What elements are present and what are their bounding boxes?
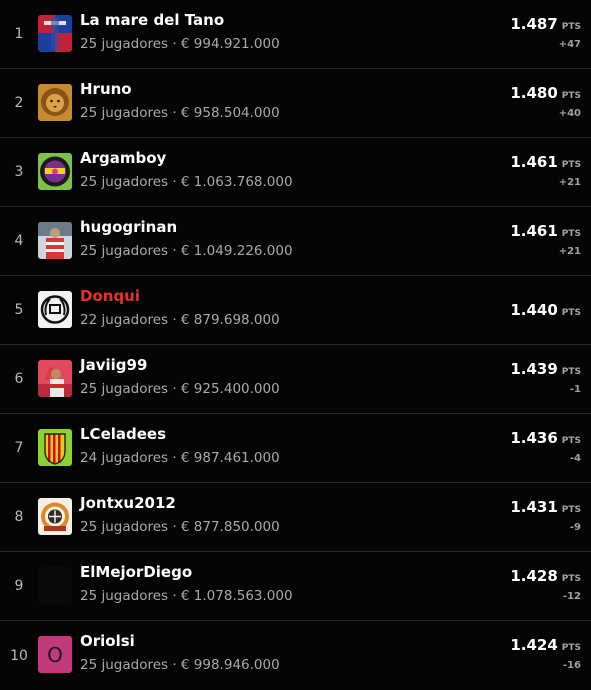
points-delta: +40 xyxy=(558,108,581,119)
rank-number: 7 xyxy=(14,440,24,456)
points: 1.439 PTS xyxy=(510,359,581,378)
points-value: 1.436 xyxy=(510,429,558,447)
points-delta: -9 xyxy=(569,522,581,533)
points-value: 1.461 xyxy=(510,222,558,240)
points-delta: +21 xyxy=(558,177,581,188)
ranking-row[interactable]: 5 Donqui 22 jugadores · € 879.698.000 1.… xyxy=(0,276,591,345)
rank-number: 9 xyxy=(14,578,24,594)
ranking-row[interactable]: 2 Hruno 25 jugadores · € 958.504.000 1.4… xyxy=(0,69,591,138)
rank-number: 10 xyxy=(10,647,28,664)
team-meta: 25 jugadores · € 1.063.768.000 xyxy=(80,174,293,190)
points-value: 1.461 xyxy=(510,153,558,171)
ranking-row[interactable]: 9 ElMejorDiego 25 jugadores · € 1.078.56… xyxy=(0,552,591,621)
points-value: 1.487 xyxy=(510,15,558,33)
points-unit: PTS xyxy=(561,643,581,653)
rank-number: 5 xyxy=(14,302,24,318)
rank-number: 2 xyxy=(14,95,24,111)
points-delta: -4 xyxy=(569,453,581,464)
points-delta: -16 xyxy=(562,660,581,671)
rank-number: 6 xyxy=(14,371,24,387)
ranking-row[interactable]: 1 La mare del Tano 25 jugadores · € 994.… xyxy=(0,0,591,69)
points-value: 1.428 xyxy=(510,567,558,585)
team-meta: 25 jugadores · € 998.946.000 xyxy=(80,657,280,673)
points-value: 1.480 xyxy=(510,84,558,102)
ranking-row[interactable]: 7 LCeladees 24 jugadores · € 987.461.000… xyxy=(0,414,591,483)
points: 1.436 PTS xyxy=(510,428,581,447)
points-unit: PTS xyxy=(561,22,581,32)
points-unit: PTS xyxy=(561,91,581,101)
team-meta: 25 jugadores · € 1.078.563.000 xyxy=(80,588,293,604)
ranking-row[interactable]: 4 hugogrinan 25 jugadores · € 1.049.226.… xyxy=(0,207,591,276)
points-delta: -1 xyxy=(569,384,581,395)
team-name[interactable]: Hruno xyxy=(80,80,132,98)
points: 1.440 PTS xyxy=(510,300,581,319)
team-meta: 22 jugadores · € 879.698.000 xyxy=(80,312,280,328)
points-value: 1.440 xyxy=(510,301,558,319)
team-meta: 25 jugadores · € 994.921.000 xyxy=(80,36,280,52)
points: 1.487 PTS xyxy=(510,14,581,33)
points-delta: -12 xyxy=(562,591,581,602)
team-name[interactable]: Javiig99 xyxy=(80,356,147,374)
team-meta: 25 jugadores · € 958.504.000 xyxy=(80,105,280,121)
team-name[interactable]: Donqui xyxy=(80,287,140,305)
team-name[interactable]: hugogrinan xyxy=(80,218,177,236)
points: 1.428 PTS xyxy=(510,566,581,585)
player-photo-icon xyxy=(38,222,72,259)
points: 1.424 PTS xyxy=(510,635,581,654)
rank-number: 8 xyxy=(14,509,24,525)
team-name[interactable]: Oriolsi xyxy=(80,632,135,650)
ranking-row[interactable]: 6 Javiig99 25 jugadores · € 925.400.000 … xyxy=(0,345,591,414)
laurel-emblem-icon xyxy=(38,291,72,328)
points-value: 1.424 xyxy=(510,636,558,654)
letter-avatar-icon: O xyxy=(38,636,72,673)
points-unit: PTS xyxy=(561,505,581,515)
points-unit: PTS xyxy=(561,229,581,239)
points: 1.480 PTS xyxy=(510,83,581,102)
ranking-row[interactable]: 10 O Oriolsi 25 jugadores · € 998.946.00… xyxy=(0,621,591,690)
points: 1.461 PTS xyxy=(510,152,581,171)
round-badge-icon xyxy=(38,153,72,190)
points-unit: PTS xyxy=(561,308,581,318)
empty-avatar-icon xyxy=(38,567,72,604)
ranking-row[interactable]: 3 Argamboy 25 jugadores · € 1.063.768.00… xyxy=(0,138,591,207)
ranking-row[interactable]: 8 Jontxu2012 25 jugadores · € 877.850.00… xyxy=(0,483,591,552)
team-name[interactable]: Jontxu2012 xyxy=(80,494,176,512)
avatar-initial: O xyxy=(47,642,63,667)
rank-number: 3 xyxy=(14,164,24,180)
points-unit: PTS xyxy=(561,436,581,446)
rank-number: 4 xyxy=(14,233,24,249)
points-unit: PTS xyxy=(561,367,581,377)
points-unit: PTS xyxy=(561,574,581,584)
points-delta: +47 xyxy=(558,39,581,50)
team-name[interactable]: ElMejorDiego xyxy=(80,563,192,581)
team-name[interactable]: Argamboy xyxy=(80,149,166,167)
points-unit: PTS xyxy=(561,160,581,170)
barca-crest-icon xyxy=(38,15,72,52)
points-value: 1.431 xyxy=(510,498,558,516)
team-meta: 25 jugadores · € 877.850.000 xyxy=(80,519,280,535)
celebration-photo-icon xyxy=(38,360,72,397)
team-meta: 24 jugadores · € 987.461.000 xyxy=(80,450,280,466)
team-meta: 25 jugadores · € 925.400.000 xyxy=(80,381,280,397)
team-name[interactable]: La mare del Tano xyxy=(80,11,224,29)
rank-number: 1 xyxy=(14,26,24,42)
points-value: 1.439 xyxy=(510,360,558,378)
lion-photo-icon xyxy=(38,84,72,121)
points: 1.461 PTS xyxy=(510,221,581,240)
points-delta: +21 xyxy=(558,246,581,257)
ranking-list: 1 La mare del Tano 25 jugadores · € 994.… xyxy=(0,0,591,690)
points: 1.431 PTS xyxy=(510,497,581,516)
striped-shield-icon xyxy=(38,429,72,466)
club-crest-icon xyxy=(38,498,72,535)
team-name[interactable]: LCeladees xyxy=(80,425,166,443)
team-meta: 25 jugadores · € 1.049.226.000 xyxy=(80,243,293,259)
